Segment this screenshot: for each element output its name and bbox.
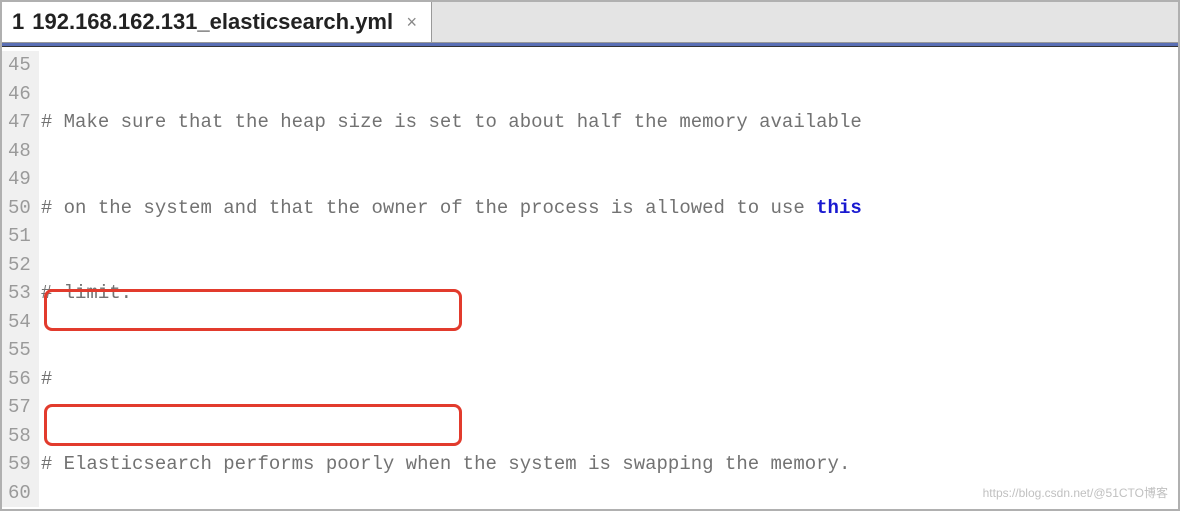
line-number: 47 [8, 108, 31, 137]
line-number: 57 [8, 393, 31, 422]
line-number: 51 [8, 222, 31, 251]
code-editor[interactable]: 45 46 47 48 49 50 51 52 53 54 55 56 57 5… [2, 47, 1178, 511]
comment-text: # [41, 365, 52, 394]
line-number: 49 [8, 165, 31, 194]
line-number: 56 [8, 365, 31, 394]
line-number: 55 [8, 336, 31, 365]
code-line: # limit. [39, 279, 1178, 308]
code-area[interactable]: # Make sure that the heap size is set to… [39, 51, 1178, 511]
line-number: 46 [8, 80, 31, 109]
watermark-text: https://blog.csdn.net/@51CTO博客 [983, 484, 1168, 501]
tab-bar: 1 192.168.162.131_elasticsearch.yml × [2, 2, 1178, 43]
comment-text: # Make sure that the heap size is set to… [41, 108, 862, 137]
file-tab[interactable]: 1 192.168.162.131_elasticsearch.yml × [2, 2, 432, 42]
code-line: # on the system and that the owner of th… [39, 194, 1178, 223]
code-line: # [39, 365, 1178, 394]
line-number: 48 [8, 137, 31, 166]
line-number: 52 [8, 251, 31, 280]
tab-label: 192.168.162.131_elasticsearch.yml [32, 9, 398, 35]
close-icon[interactable]: × [406, 12, 417, 33]
line-number: 53 [8, 279, 31, 308]
line-number: 54 [8, 308, 31, 337]
comment-text: # on the system and that the owner of th… [41, 194, 816, 223]
line-number: 60 [8, 479, 31, 508]
code-line: # Elasticsearch performs poorly when the… [39, 450, 1178, 479]
tab-number: 1 [12, 9, 24, 35]
code-line: # Make sure that the heap size is set to… [39, 108, 1178, 137]
gutter: 45 46 47 48 49 50 51 52 53 54 55 56 57 5… [2, 51, 39, 507]
comment-text: # limit. [41, 279, 132, 308]
line-number: 58 [8, 422, 31, 451]
keyword: this [816, 194, 862, 223]
comment-text: # Elasticsearch performs poorly when the… [41, 450, 851, 479]
line-number: 59 [8, 450, 31, 479]
line-number: 45 [8, 51, 31, 80]
line-number: 50 [8, 194, 31, 223]
editor-window: 1 192.168.162.131_elasticsearch.yml × 45… [0, 0, 1180, 511]
